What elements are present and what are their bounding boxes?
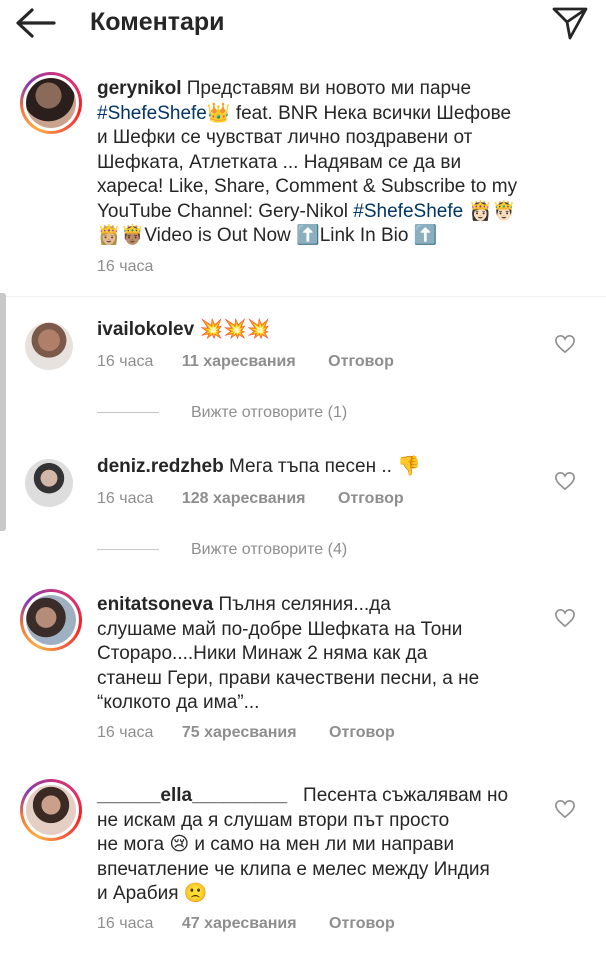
- comment-text: ivailokolev 💥💥💥: [97, 319, 271, 340]
- heart-icon[interactable]: [554, 608, 576, 628]
- heart-icon[interactable]: [554, 471, 576, 491]
- divider: [0, 296, 606, 297]
- top-bar: Коментари: [0, 0, 606, 46]
- comment-text: enitatsoneva Пълня селяния...да слушаме …: [97, 594, 480, 713]
- reply-button[interactable]: Отговор: [338, 490, 404, 507]
- divider-line: [97, 549, 159, 551]
- comment-meta: 16 часа 11 харесвания Отговор: [97, 353, 394, 370]
- comment-meta: 16 часа 47 харесвания Отговор: [97, 915, 395, 932]
- avatar-image: [26, 785, 76, 835]
- comment-username[interactable]: ivailokolev: [97, 319, 194, 340]
- caption-time: 16 часа: [97, 258, 154, 275]
- likes-count[interactable]: 11 харесвания: [182, 353, 296, 370]
- caption-username[interactable]: gerynikol: [97, 78, 181, 99]
- divider-line: [97, 412, 159, 414]
- comment-username[interactable]: enitatsoneva: [97, 594, 213, 615]
- avatar[interactable]: [20, 779, 82, 841]
- comment-meta: 16 часа 75 харесвания Отговор: [97, 724, 395, 741]
- arrow-left-icon[interactable]: [14, 6, 58, 40]
- reply-button[interactable]: Отговор: [329, 724, 395, 741]
- comment-meta: 16 часа 128 харесвания Отговор: [97, 490, 404, 507]
- paper-plane-icon[interactable]: [550, 2, 590, 42]
- reply-button[interactable]: Отговор: [329, 915, 395, 932]
- likes-count[interactable]: 75 харесвания: [182, 724, 297, 741]
- likes-count[interactable]: 47 харесвания: [182, 915, 297, 932]
- heart-icon[interactable]: [554, 799, 576, 819]
- comment-text: deniz.redzheb Мега тъпа песен .. 👎: [97, 456, 421, 477]
- page-title: Коментари: [90, 8, 225, 36]
- avatar[interactable]: [25, 459, 73, 507]
- hashtag-link[interactable]: #ShefeShefe: [353, 201, 463, 222]
- view-replies-link[interactable]: Вижте отговорите (1): [97, 403, 347, 423]
- view-replies-link[interactable]: Вижте отговорите (4): [97, 540, 347, 560]
- scrollbar[interactable]: [0, 293, 6, 531]
- avatar[interactable]: [20, 589, 82, 651]
- hashtag-link[interactable]: #ShefeShefe: [97, 103, 207, 124]
- comment-username[interactable]: deniz.redzheb: [97, 456, 224, 477]
- avatar-image: [26, 78, 76, 128]
- comment-text: ______ella_________ Песента съжалявам но…: [97, 785, 509, 904]
- reply-button[interactable]: Отговор: [328, 353, 394, 370]
- caption-text: gerynikol Представям ви новото ми парче …: [97, 78, 518, 246]
- avatar-image: [26, 595, 76, 645]
- comment-username[interactable]: ______ella_________: [97, 785, 287, 806]
- avatar[interactable]: [25, 322, 73, 370]
- heart-icon[interactable]: [554, 334, 576, 354]
- avatar[interactable]: [20, 72, 82, 134]
- likes-count[interactable]: 128 харесвания: [182, 490, 306, 507]
